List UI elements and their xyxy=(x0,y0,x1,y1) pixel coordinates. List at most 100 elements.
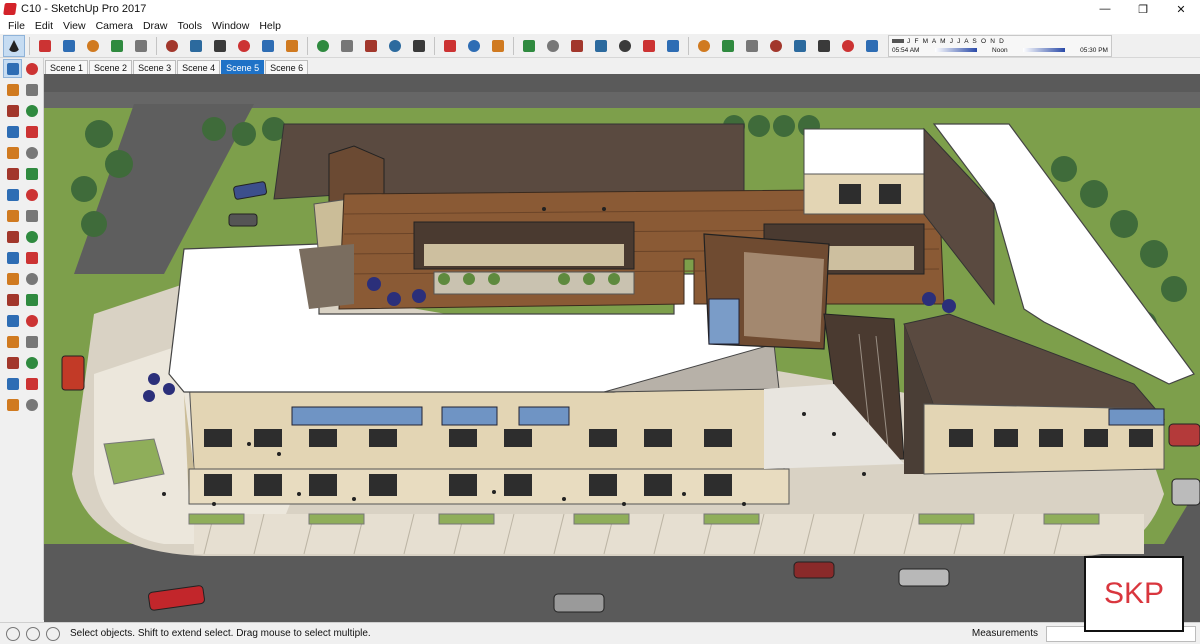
title-bar: C10 - SketchUp Pro 2017 — ❐ ✕ xyxy=(0,0,1200,18)
time-slider-end[interactable] xyxy=(1022,48,1065,52)
tool-section-button[interactable] xyxy=(22,395,41,414)
wireframe-button[interactable] xyxy=(741,35,763,57)
eraser-button[interactable] xyxy=(34,35,56,57)
pencil-line-button[interactable] xyxy=(58,35,80,57)
tool-rotated-rect-button[interactable] xyxy=(22,122,41,141)
hidden-line-button[interactable] xyxy=(765,35,787,57)
tool-protractor-button[interactable] xyxy=(3,269,22,288)
tool-scale-button[interactable] xyxy=(3,227,22,246)
menu-help[interactable]: Help xyxy=(254,20,286,32)
tool-dimensions-button[interactable] xyxy=(3,290,22,309)
iso-view-button[interactable] xyxy=(566,35,588,57)
right-view-button[interactable] xyxy=(638,35,660,57)
tool-orbit-button[interactable] xyxy=(3,311,22,330)
tool-follow-me-button[interactable] xyxy=(22,206,41,225)
paint-bucket-button[interactable] xyxy=(312,35,334,57)
menu-view[interactable]: View xyxy=(58,20,91,32)
credits-icon[interactable] xyxy=(26,626,40,641)
tool-arc-button[interactable] xyxy=(3,164,22,183)
select-arrow-button[interactable] xyxy=(3,34,25,57)
offset-button[interactable] xyxy=(257,35,279,57)
shaded-button[interactable] xyxy=(789,35,811,57)
tool-axes-button[interactable] xyxy=(22,269,41,288)
zoom-extents-button[interactable] xyxy=(408,35,430,57)
zoom-icon xyxy=(389,39,401,52)
tool-pan-button[interactable] xyxy=(22,311,41,330)
shadow-settings[interactable]: J F M A M J J A S O N D 05:54 AM Noon 05… xyxy=(888,34,1112,57)
tool-rotate-button[interactable] xyxy=(3,206,22,225)
menu-edit[interactable]: Edit xyxy=(30,20,58,32)
tool-rectangle-button[interactable] xyxy=(3,122,22,141)
tool-zoom-extents-button[interactable] xyxy=(3,353,22,372)
tool-pie-button[interactable] xyxy=(22,164,41,183)
tool-3d-text-button[interactable] xyxy=(22,290,41,309)
move-button[interactable] xyxy=(185,35,207,57)
tool-tape-button[interactable] xyxy=(3,248,22,267)
time-slider[interactable] xyxy=(934,48,977,52)
push-pull-button[interactable] xyxy=(130,35,152,57)
tape-measure-button[interactable] xyxy=(281,35,303,57)
tool-paint-button[interactable] xyxy=(3,80,22,99)
back-view-button[interactable] xyxy=(662,35,684,57)
pan-button[interactable] xyxy=(360,35,382,57)
tool-select-button[interactable] xyxy=(3,59,22,78)
tool-eraser-button[interactable] xyxy=(22,80,41,99)
watermark-text: SKP xyxy=(1103,577,1165,610)
user-icon[interactable] xyxy=(46,626,60,641)
front-view-button[interactable] xyxy=(614,35,636,57)
section-plane-icon xyxy=(492,39,504,52)
tool-zoom-button[interactable] xyxy=(3,332,22,351)
monochrome-button[interactable] xyxy=(837,35,859,57)
3d-warehouse-button[interactable] xyxy=(518,35,540,57)
geo-location-icon[interactable] xyxy=(6,626,20,641)
tool-component-button[interactable] xyxy=(22,59,41,78)
tool-text-button[interactable] xyxy=(22,248,41,267)
tool-zoom-window-button[interactable] xyxy=(22,332,41,351)
tab-scene-4[interactable]: Scene 4 xyxy=(177,60,221,74)
tool-circle-button[interactable] xyxy=(3,143,22,162)
tool-offset-button[interactable] xyxy=(22,227,41,246)
tool-freehand-button[interactable] xyxy=(22,101,41,120)
scale-button[interactable] xyxy=(233,35,255,57)
tool-previous-button[interactable] xyxy=(22,353,41,372)
orbit-button[interactable] xyxy=(336,35,358,57)
tool-line-button[interactable] xyxy=(3,101,22,120)
maximize-button[interactable]: ❐ xyxy=(1124,0,1162,18)
menu-draw[interactable]: Draw xyxy=(138,20,173,32)
left-view-button[interactable] xyxy=(693,35,715,57)
model-viewport[interactable] xyxy=(44,74,1200,622)
menu-camera[interactable]: Camera xyxy=(91,20,138,32)
rotate-button[interactable] xyxy=(209,35,231,57)
top-view-button[interactable] xyxy=(590,35,612,57)
tab-scene-6[interactable]: Scene 6 xyxy=(265,60,309,74)
tool-walk-button[interactable] xyxy=(3,395,22,414)
shadow-time-end: 05:30 PM xyxy=(1080,46,1108,54)
tab-scene-3[interactable]: Scene 3 xyxy=(133,60,177,74)
menu-window[interactable]: Window xyxy=(207,20,254,32)
window-title: C10 - SketchUp Pro 2017 xyxy=(21,3,147,15)
menu-file[interactable]: File xyxy=(3,20,30,32)
tab-scene-2[interactable]: Scene 2 xyxy=(89,60,133,74)
tab-scene-5[interactable]: Scene 5 xyxy=(221,60,265,74)
tool-position-camera-button[interactable] xyxy=(3,374,22,393)
shapes-button[interactable] xyxy=(106,35,128,57)
tool-look-around-button[interactable] xyxy=(22,374,41,393)
tool-move-button[interactable] xyxy=(3,185,22,204)
groups-button[interactable] xyxy=(463,35,485,57)
components-button[interactable] xyxy=(439,35,461,57)
tool-push-pull-button[interactable] xyxy=(22,185,41,204)
minimize-button[interactable]: — xyxy=(1086,0,1124,18)
textured-button[interactable] xyxy=(813,35,835,57)
shadows-button[interactable] xyxy=(861,35,883,57)
section-plane-button[interactable] xyxy=(487,35,509,57)
xray-button[interactable] xyxy=(717,35,739,57)
tab-scene-1[interactable]: Scene 1 xyxy=(45,60,89,74)
menu-bar: File Edit View Camera Draw Tools Window … xyxy=(0,18,1200,34)
follow-me-button[interactable] xyxy=(161,35,183,57)
tool-polygon-button[interactable] xyxy=(22,143,41,162)
zoom-button[interactable] xyxy=(384,35,406,57)
arc-button[interactable] xyxy=(82,35,104,57)
menu-tools[interactable]: Tools xyxy=(172,20,207,32)
close-button[interactable]: ✕ xyxy=(1162,0,1200,18)
extension-warehouse-button[interactable] xyxy=(542,35,564,57)
